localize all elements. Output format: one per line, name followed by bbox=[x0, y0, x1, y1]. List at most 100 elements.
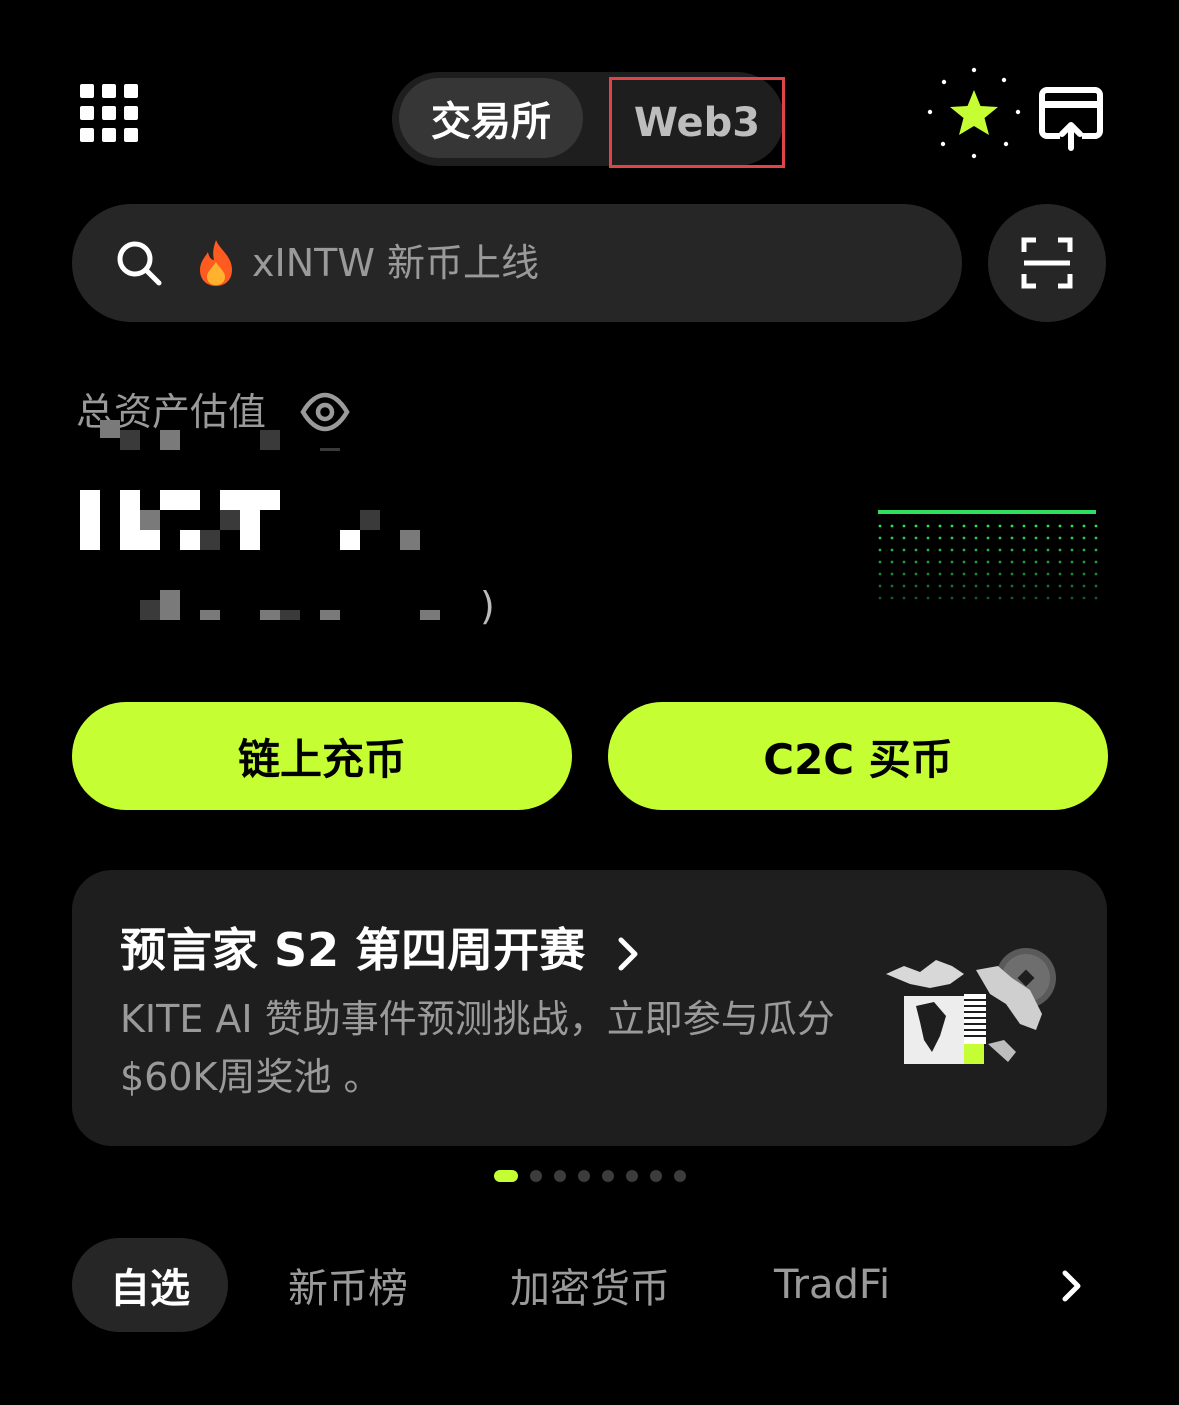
chart-grid-dot bbox=[1058, 548, 1062, 552]
chart-grid-dot bbox=[974, 596, 978, 600]
chart-grid-dot bbox=[1010, 596, 1014, 600]
chart-grid-dot bbox=[998, 548, 1002, 552]
search-input[interactable]: xINTW 新币上线 bbox=[252, 234, 539, 292]
chart-grid-dot bbox=[926, 596, 930, 600]
chart-grid-dot bbox=[878, 584, 882, 588]
carousel-dot[interactable] bbox=[494, 1170, 518, 1182]
chart-grid-dot bbox=[926, 536, 930, 540]
chart-grid-dot bbox=[1070, 596, 1074, 600]
chart-grid-dot bbox=[1022, 536, 1026, 540]
chart-grid-dot bbox=[1034, 548, 1038, 552]
chart-grid-dot bbox=[986, 536, 990, 540]
chart-grid-dot bbox=[986, 560, 990, 564]
carousel-dot[interactable] bbox=[650, 1170, 662, 1182]
chart-grid-dot bbox=[962, 596, 966, 600]
tab-crypto[interactable]: 加密货币 bbox=[510, 1238, 670, 1332]
chart-grid-dot bbox=[1094, 596, 1098, 600]
share-card-icon[interactable] bbox=[1038, 86, 1104, 152]
carousel-dot[interactable] bbox=[578, 1170, 590, 1182]
chart-grid-dot bbox=[902, 560, 906, 564]
chart-grid-dot bbox=[1058, 560, 1062, 564]
chart-grid-dot bbox=[1070, 548, 1074, 552]
grid-menu-icon[interactable] bbox=[80, 84, 138, 142]
chart-grid-dot bbox=[926, 560, 930, 564]
chart-grid-dot bbox=[890, 584, 894, 588]
chart-grid-dot bbox=[986, 524, 990, 528]
chart-grid-dot bbox=[1046, 572, 1050, 576]
chart-grid-dot bbox=[1010, 548, 1014, 552]
chart-grid-dot bbox=[890, 572, 894, 576]
chart-grid-dot bbox=[902, 524, 906, 528]
chart-grid-dot bbox=[1022, 584, 1026, 588]
chart-grid-dot bbox=[1034, 572, 1038, 576]
chart-grid-dot bbox=[914, 596, 918, 600]
masked-balance bbox=[80, 490, 420, 550]
chart-grid-dot bbox=[890, 596, 894, 600]
chart-grid-dot bbox=[902, 548, 906, 552]
chart-grid-dot bbox=[1082, 572, 1086, 576]
chart-grid-dot bbox=[962, 584, 966, 588]
chart-grid-dot bbox=[1082, 548, 1086, 552]
chart-grid-dot bbox=[926, 572, 930, 576]
onchain-deposit-button[interactable]: 链上充币 bbox=[72, 702, 572, 810]
chart-grid-dot bbox=[950, 572, 954, 576]
chart-grid-dot bbox=[950, 536, 954, 540]
fire-icon bbox=[194, 238, 238, 288]
chart-grid-dot bbox=[962, 572, 966, 576]
world-map-coin-illustration bbox=[880, 944, 1062, 1074]
star-icon[interactable] bbox=[926, 66, 1022, 162]
tab-watchlist[interactable]: 自选 bbox=[72, 1238, 228, 1332]
chart-grid-dot bbox=[1046, 524, 1050, 528]
chart-grid-dot bbox=[962, 524, 966, 528]
tab-exchange[interactable]: 交易所 bbox=[399, 78, 583, 158]
chart-grid-dot bbox=[878, 596, 882, 600]
chart-grid-dot bbox=[1022, 596, 1026, 600]
chart-grid-dot bbox=[1046, 548, 1050, 552]
chart-grid-dot bbox=[974, 548, 978, 552]
chart-grid-dot bbox=[1010, 536, 1014, 540]
chart-grid-dot bbox=[1094, 548, 1098, 552]
chart-grid-dot bbox=[1046, 584, 1050, 588]
chart-grid-dot bbox=[914, 584, 918, 588]
chart-grid-dot bbox=[962, 560, 966, 564]
banner-title[interactable]: 预言家 S2 第四周开赛 bbox=[120, 918, 641, 982]
sub-balance-suffix: ) bbox=[480, 584, 495, 628]
chart-grid-dot bbox=[914, 524, 918, 528]
carousel-dot[interactable] bbox=[602, 1170, 614, 1182]
chart-grid-dot bbox=[1058, 536, 1062, 540]
chart-grid-dot bbox=[1010, 572, 1014, 576]
chart-grid-dot bbox=[998, 596, 1002, 600]
masked-label-pixels bbox=[100, 420, 340, 452]
chart-grid-dot bbox=[974, 536, 978, 540]
chart-grid-dot bbox=[1070, 560, 1074, 564]
chart-grid-dot bbox=[974, 560, 978, 564]
carousel-dot[interactable] bbox=[626, 1170, 638, 1182]
chart-grid-dot bbox=[962, 536, 966, 540]
chart-grid-dot bbox=[938, 548, 942, 552]
chart-grid-dot bbox=[914, 572, 918, 576]
chart-grid-dot bbox=[1034, 584, 1038, 588]
chart-grid-dot bbox=[926, 548, 930, 552]
chart-grid-dot bbox=[1094, 572, 1098, 576]
chevron-right-icon[interactable] bbox=[1056, 1268, 1086, 1304]
carousel-dot[interactable] bbox=[530, 1170, 542, 1182]
chart-grid-dot bbox=[950, 596, 954, 600]
tab-web3[interactable]: Web3 bbox=[609, 77, 785, 168]
chart-grid-dot bbox=[974, 524, 978, 528]
carousel-dot[interactable] bbox=[554, 1170, 566, 1182]
chart-grid-dot bbox=[1094, 584, 1098, 588]
chart-grid-dot bbox=[902, 584, 906, 588]
chart-grid-dot bbox=[1010, 524, 1014, 528]
tab-new-listings[interactable]: 新币榜 bbox=[288, 1238, 408, 1332]
chart-grid-dot bbox=[890, 548, 894, 552]
chart-grid-dot bbox=[950, 548, 954, 552]
tab-tradfi[interactable]: TradFi bbox=[774, 1238, 890, 1332]
chart-grid-dot bbox=[974, 572, 978, 576]
c2c-buy-button[interactable]: C2C 买币 bbox=[608, 702, 1108, 810]
carousel-dot[interactable] bbox=[674, 1170, 686, 1182]
chart-grid-dot bbox=[950, 560, 954, 564]
chart-grid-dot bbox=[986, 572, 990, 576]
chart-grid-dot bbox=[938, 596, 942, 600]
chart-grid-dot bbox=[1058, 524, 1062, 528]
chart-grid-dot bbox=[938, 536, 942, 540]
